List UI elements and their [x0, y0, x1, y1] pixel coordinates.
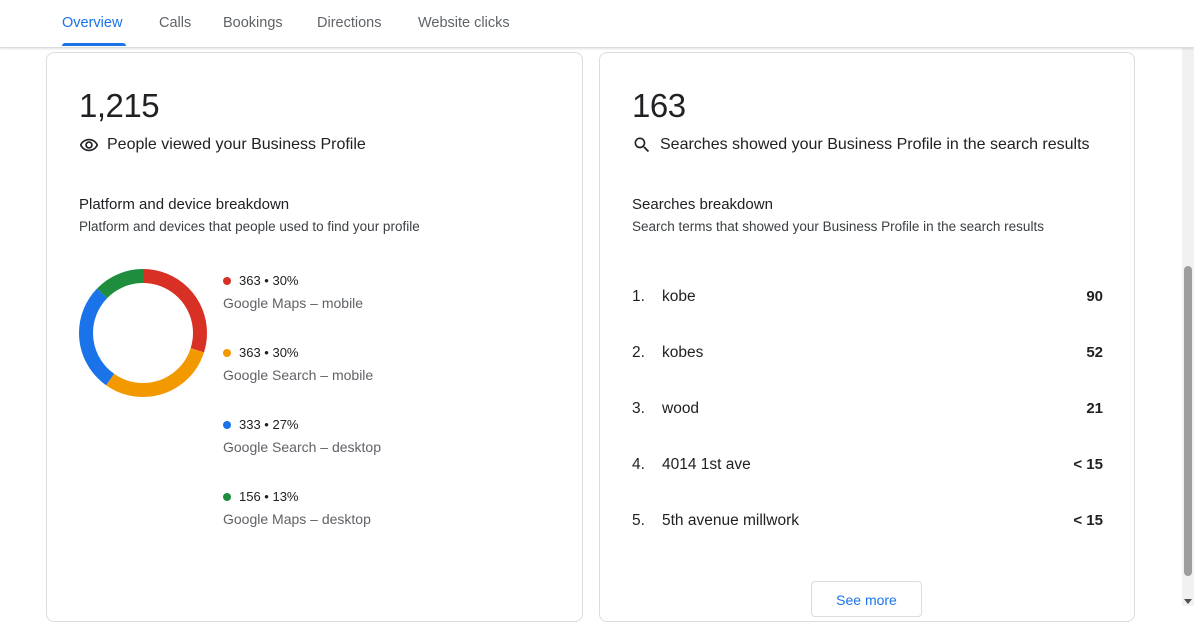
legend-stat: 363 • 30% — [239, 273, 299, 288]
search-term: wood — [662, 400, 700, 417]
search-term-row: 2. kobes 52 — [632, 344, 1103, 362]
platform-breakdown-subtitle: Platform and devices that people used to… — [79, 219, 420, 234]
search-rank: 5. — [632, 512, 645, 529]
search-count: < 15 — [1073, 512, 1103, 529]
searches-card: 163 Searches showed your Business Profil… — [599, 52, 1135, 622]
search-count: 90 — [1086, 288, 1103, 305]
metric-tabs: Overview Calls Bookings Directions Websi… — [0, 0, 1194, 48]
legend-label: Google Search – desktop — [223, 439, 381, 455]
eye-icon — [79, 138, 99, 152]
tab-website-clicks[interactable]: Website clicks — [418, 15, 510, 31]
legend-item-search-desktop: 333 • 27% Google Search – desktop — [223, 417, 381, 455]
legend-stat: 156 • 13% — [239, 489, 299, 504]
scroll-down-arrow-icon[interactable] — [1184, 599, 1192, 604]
search-rank: 2. — [632, 344, 645, 361]
tab-calls[interactable]: Calls — [159, 15, 191, 31]
legend-item-maps-desktop: 156 • 13% Google Maps – desktop — [223, 489, 371, 527]
page-scrollbar[interactable] — [1182, 48, 1194, 606]
search-icon — [634, 137, 650, 153]
search-count: < 15 — [1073, 456, 1103, 473]
search-count: 21 — [1086, 400, 1103, 417]
legend-dot — [223, 276, 231, 285]
tab-directions[interactable]: Directions — [317, 15, 381, 31]
legend-label: Google Maps – mobile — [223, 295, 364, 311]
profile-views-metric: People viewed your Business Profile — [79, 135, 366, 155]
search-term-row: 5. 5th avenue millwork < 15 — [632, 512, 1103, 530]
legend-label: Google Maps – desktop — [223, 511, 371, 527]
searches-count: 163 — [632, 87, 686, 124]
searches-breakdown-subtitle: Search terms that showed your Business P… — [632, 219, 1044, 234]
search-rank: 3. — [632, 400, 645, 417]
search-term: 5th avenue millwork — [662, 512, 799, 529]
legend-item-maps-mobile: 363 • 30% Google Maps – mobile — [223, 273, 363, 311]
profile-views-count: 1,215 — [79, 87, 160, 124]
search-rank: 4. — [632, 456, 645, 473]
profile-views-card: 1,215 People viewed your Business Profil… — [46, 52, 583, 622]
profile-views-label: People viewed your Business Profile — [107, 136, 366, 153]
see-more-button[interactable]: See more — [811, 581, 922, 617]
search-rank: 1. — [632, 288, 645, 305]
search-count: 52 — [1086, 344, 1103, 361]
search-term: kobe — [662, 288, 696, 305]
legend-stat: 333 • 27% — [239, 417, 299, 432]
legend-dot — [223, 348, 231, 357]
search-term-row: 4. 4014 1st ave < 15 — [632, 456, 1103, 474]
searches-label: Searches showed your Business Profile in… — [660, 136, 1090, 153]
legend-item-search-mobile: 363 • 30% Google Search – mobile — [223, 345, 373, 383]
search-term-row: 1. kobe 90 — [632, 288, 1103, 306]
platform-donut-chart — [79, 269, 207, 397]
legend-stat: 363 • 30% — [239, 345, 299, 360]
active-tab-indicator — [62, 43, 126, 46]
tab-bookings[interactable]: Bookings — [223, 15, 283, 31]
search-term: 4014 1st ave — [662, 456, 751, 473]
legend-dot — [223, 492, 231, 501]
tab-overview[interactable]: Overview — [62, 15, 122, 31]
scrollbar-thumb[interactable] — [1184, 266, 1192, 576]
legend-label: Google Search – mobile — [223, 367, 374, 383]
search-term: kobes — [662, 344, 704, 361]
search-term-row: 3. wood 21 — [632, 400, 1103, 418]
legend-dot — [223, 420, 231, 429]
searches-metric: Searches showed your Business Profile in… — [632, 135, 1090, 155]
platform-breakdown-title: Platform and device breakdown — [79, 196, 290, 213]
searches-breakdown-title: Searches breakdown — [632, 196, 773, 213]
